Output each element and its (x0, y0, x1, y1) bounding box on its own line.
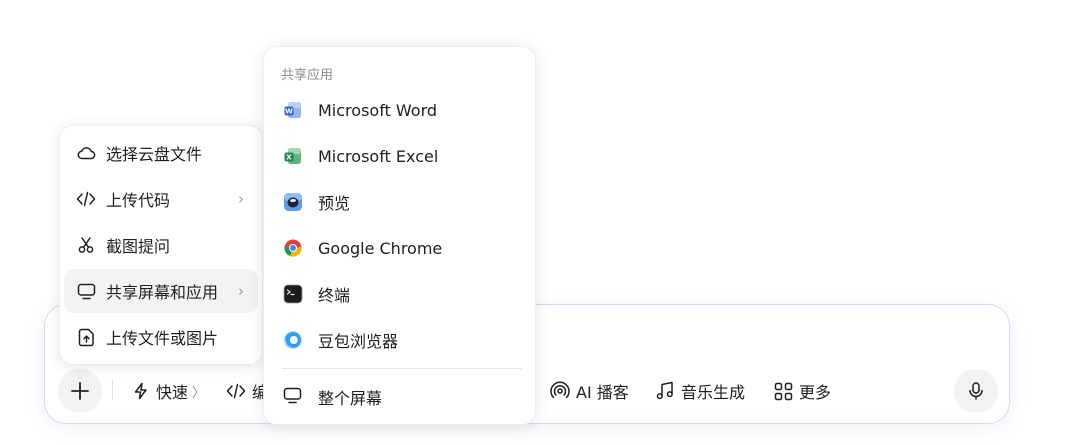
ai-podcast-label: AI 播客 (576, 383, 629, 402)
menu-divider (282, 368, 522, 369)
menu-item-screenshot-ask[interactable]: 截图提问 (64, 223, 258, 267)
toolbar-divider (112, 380, 113, 400)
voice-input-button[interactable] (954, 369, 998, 413)
app-item-word[interactable]: W Microsoft Word (270, 88, 528, 132)
menu-item-label: 上传文件或图片 (106, 329, 219, 348)
whole-screen-item[interactable]: 整个屏幕 (270, 375, 528, 419)
app-item-chrome[interactable]: Google Chrome (270, 226, 528, 270)
code-icon (226, 383, 246, 399)
ai-podcast-button[interactable]: AI 播客 (550, 377, 629, 405)
menu-item-upload-code[interactable]: 上传代码 › (64, 177, 258, 221)
share-apps-submenu: 共享应用 W Microsoft Word X Microsoft Excel … (263, 46, 536, 425)
music-note-icon (656, 381, 673, 400)
menu-item-label: 上传代码 (106, 191, 171, 210)
whole-screen-label: 整个屏幕 (318, 389, 383, 408)
lightning-icon (134, 382, 147, 400)
monitor-icon (76, 281, 96, 301)
code-mode-button[interactable]: 编 (226, 377, 268, 405)
chrome-icon (283, 238, 303, 258)
app-label: Microsoft Word (318, 100, 438, 120)
scissors-icon (76, 235, 96, 255)
terminal-icon (283, 284, 303, 304)
more-label: 更多 (799, 383, 832, 402)
menu-item-label: 选择云盘文件 (106, 145, 203, 164)
menu-item-cloud-file[interactable]: 选择云盘文件 (64, 131, 258, 175)
doubao-browser-icon (283, 330, 303, 350)
attachment-menu: 选择云盘文件 上传代码 › 截图提问 共享屏幕和应用 › 上传文件或图片 (59, 125, 263, 365)
word-icon: W (283, 100, 303, 120)
upload-file-icon (76, 327, 96, 347)
monitor-icon (283, 387, 303, 407)
svg-text:X: X (286, 154, 292, 162)
code-icon (76, 189, 96, 209)
chevron-right-icon: › (238, 282, 244, 300)
menu-item-share-screen[interactable]: 共享屏幕和应用 › (64, 269, 258, 313)
section-title: 共享应用 (281, 68, 334, 83)
music-generate-button[interactable]: 音乐生成 (655, 377, 745, 405)
app-label: 终端 (318, 286, 351, 305)
music-generate-label: 音乐生成 (681, 383, 746, 402)
app-item-excel[interactable]: X Microsoft Excel (270, 134, 528, 178)
preview-icon (283, 192, 303, 212)
menu-item-label: 截图提问 (106, 237, 171, 256)
grid-icon (774, 382, 793, 400)
excel-icon: X (283, 146, 303, 166)
plus-icon (71, 382, 89, 400)
menu-item-label: 共享屏幕和应用 (106, 283, 219, 302)
chevron-right-icon: 〉 (192, 385, 206, 401)
app-label: Microsoft Excel (318, 146, 439, 166)
app-label: 预览 (318, 194, 351, 213)
menu-item-upload-file[interactable]: 上传文件或图片 (64, 315, 258, 359)
add-button[interactable] (58, 369, 102, 413)
app-item-terminal[interactable]: 终端 (270, 272, 528, 316)
microphone-icon (969, 382, 983, 400)
app-label: Google Chrome (318, 238, 443, 258)
app-label: 豆包浏览器 (318, 332, 399, 351)
chevron-right-icon: › (238, 190, 244, 208)
podcast-icon (550, 381, 570, 399)
more-button[interactable]: 更多 (774, 377, 831, 405)
svg-text:W: W (285, 108, 293, 116)
quick-mode-button[interactable]: 快速 〉 (132, 377, 205, 405)
quick-mode-label: 快速 (156, 383, 189, 402)
app-item-doubao-browser[interactable]: 豆包浏览器 (270, 318, 528, 362)
app-item-preview[interactable]: 预览 (270, 180, 528, 224)
cloud-icon (76, 143, 96, 163)
